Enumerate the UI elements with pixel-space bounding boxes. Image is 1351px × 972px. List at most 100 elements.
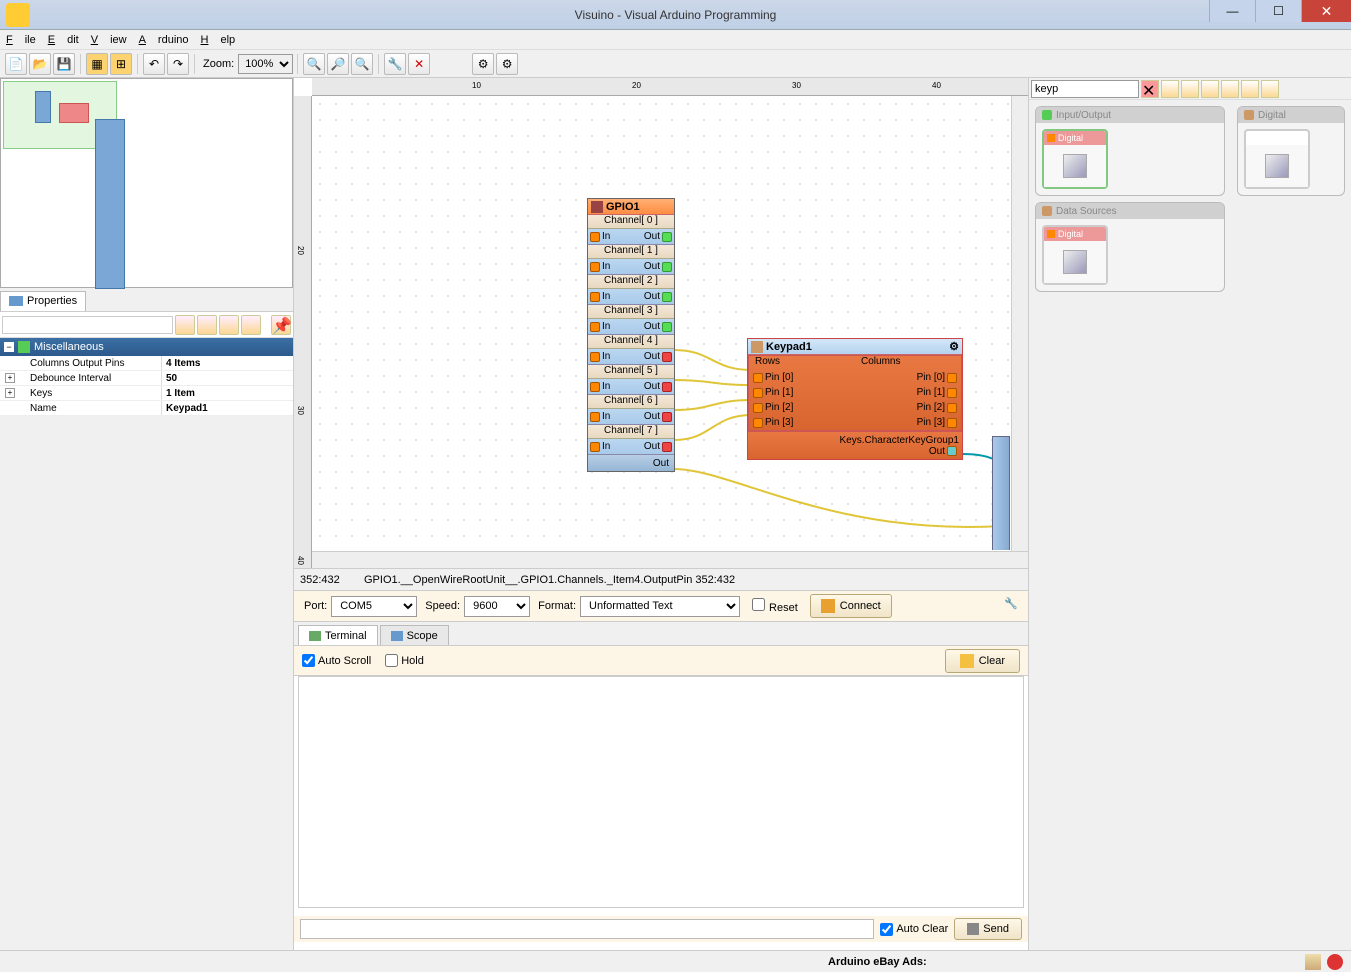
filter-button-6[interactable] <box>1261 80 1279 98</box>
prop-btn-4[interactable] <box>241 315 261 335</box>
component-digital-1[interactable]: Digital <box>1042 129 1108 189</box>
gpio-in-pin-1[interactable] <box>590 262 600 272</box>
prop-btn-pin[interactable]: 📌 <box>271 315 291 335</box>
zoom-select[interactable]: 100% <box>238 54 293 74</box>
menu-view[interactable]: View <box>91 34 127 46</box>
gpio-out-pin-6[interactable] <box>662 412 672 422</box>
undo-button[interactable]: ↶ <box>143 53 165 75</box>
prop-row-debounce[interactable]: +Debounce Interval50 <box>0 371 293 386</box>
arduino-button[interactable]: 🔧 <box>384 53 406 75</box>
filter-button-4[interactable] <box>1221 80 1239 98</box>
gpio-in-pin-3[interactable] <box>590 322 600 332</box>
keypad-col-pin-3[interactable]: Pin [3] <box>855 415 961 430</box>
terminal-output[interactable] <box>298 676 1024 908</box>
gpio-in-pin-7[interactable] <box>590 442 600 452</box>
prop-btn-2[interactable] <box>197 315 217 335</box>
filter-button-5[interactable] <box>1241 80 1259 98</box>
send-button[interactable]: Send <box>954 918 1022 940</box>
prop-row-keys[interactable]: +Keys1 Item <box>0 386 293 401</box>
snap-button[interactable]: ⊞ <box>110 53 132 75</box>
menu-help[interactable]: Help <box>201 34 236 46</box>
minimize-button[interactable]: — <box>1209 0 1255 22</box>
gpio-channel-6[interactable]: Channel[ 6 ] In Out <box>588 395 674 425</box>
format-select[interactable]: Unformatted Text <box>580 596 740 617</box>
clear-search-button[interactable]: ✕ <box>1141 80 1159 98</box>
gpio-channel-0[interactable]: Channel[ 0 ] In Out <box>588 215 674 245</box>
gpio-channel-2[interactable]: Channel[ 2 ] In Out <box>588 275 674 305</box>
hold-checkbox[interactable]: Hold <box>385 654 424 667</box>
tab-terminal[interactable]: Terminal <box>298 625 378 645</box>
keypad-row-pin-0[interactable]: Pin [0] <box>749 370 855 385</box>
gpio-in-pin-5[interactable] <box>590 382 600 392</box>
maximize-button[interactable]: ☐ <box>1255 0 1301 22</box>
gear-icon[interactable]: ⚙ <box>949 340 959 353</box>
keypad-col-pin-2[interactable]: Pin [2] <box>855 400 961 415</box>
node-gpio1[interactable]: GPIO1 Channel[ 0 ] In OutChannel[ 1 ] In… <box>587 198 675 472</box>
gpio-channel-1[interactable]: Channel[ 1 ] In Out <box>588 245 674 275</box>
properties-tab[interactable]: Properties <box>0 291 86 311</box>
gpio-out-pin-2[interactable] <box>662 292 672 302</box>
footer-settings-icon[interactable] <box>1305 954 1321 970</box>
properties-search-input[interactable] <box>2 316 173 334</box>
zoom-in-button[interactable]: 🔎 <box>327 53 349 75</box>
gpio-out-pin-3[interactable] <box>662 322 672 332</box>
keypad-out-pin[interactable] <box>947 446 957 456</box>
arduino-node-edge[interactable] <box>992 436 1010 550</box>
menu-edit[interactable]: Edit <box>48 34 79 46</box>
prop-row-name[interactable]: NameKeypad1 <box>0 401 293 416</box>
autoscroll-checkbox[interactable]: Auto Scroll <box>302 654 371 667</box>
grid-button[interactable]: ▦ <box>86 53 108 75</box>
zoom-out-button[interactable]: 🔍 <box>351 53 373 75</box>
filter-button-2[interactable] <box>1181 80 1199 98</box>
clear-button[interactable]: Clear <box>945 649 1020 673</box>
autoclear-checkbox[interactable]: Auto Clear <box>880 923 948 936</box>
gpio-in-pin-6[interactable] <box>590 412 600 422</box>
scrollbar-horizontal[interactable] <box>312 551 1028 568</box>
gpio-channel-5[interactable]: Channel[ 5 ] In Out <box>588 365 674 395</box>
gpio-in-pin-4[interactable] <box>590 352 600 362</box>
minimap[interactable] <box>0 78 293 288</box>
tool-1[interactable]: ⚙ <box>472 53 494 75</box>
reset-checkbox[interactable]: Reset <box>748 598 798 614</box>
footer-power-icon[interactable] <box>1327 954 1343 970</box>
keypad-row-pin-1[interactable]: Pin [1] <box>749 385 855 400</box>
prop-row-columns[interactable]: Columns Output Pins4 Items <box>0 356 293 371</box>
gpio-channel-4[interactable]: Channel[ 4 ] In Out <box>588 335 674 365</box>
save-button[interactable]: 💾 <box>53 53 75 75</box>
canvas[interactable]: GPIO1 Channel[ 0 ] In OutChannel[ 1 ] In… <box>312 96 1010 550</box>
keypad-row-pin-2[interactable]: Pin [2] <box>749 400 855 415</box>
component-digital-3[interactable]: Digital <box>1042 225 1108 285</box>
gpio-out-pin-1[interactable] <box>662 262 672 272</box>
gpio-channel-7[interactable]: Channel[ 7 ] In Out <box>588 425 674 455</box>
gpio-out-pin-4[interactable] <box>662 352 672 362</box>
properties-group[interactable]: −Miscellaneous <box>0 338 293 356</box>
gpio-in-pin-0[interactable] <box>590 232 600 242</box>
port-select[interactable]: COM5 <box>331 596 417 617</box>
gpio-out-pin-0[interactable] <box>662 232 672 242</box>
component-search-input[interactable] <box>1031 80 1139 98</box>
scrollbar-vertical[interactable] <box>1011 96 1028 551</box>
tool-2[interactable]: ⚙ <box>496 53 518 75</box>
gpio-out-pin-7[interactable] <box>662 442 672 452</box>
open-button[interactable]: 📂 <box>29 53 51 75</box>
node-keypad1[interactable]: Keypad1⚙ Rows Pin [0] Pin [1] Pin [2] Pi… <box>747 338 963 460</box>
menu-arduino[interactable]: Arduino <box>139 34 189 46</box>
delete-button[interactable]: ✕ <box>408 53 430 75</box>
terminal-input[interactable] <box>300 919 874 939</box>
keypad-col-pin-0[interactable]: Pin [0] <box>855 370 961 385</box>
prop-btn-1[interactable] <box>175 315 195 335</box>
filter-button-3[interactable] <box>1201 80 1219 98</box>
connect-button[interactable]: Connect <box>810 594 892 618</box>
zoom-fit-button[interactable]: 🔍 <box>303 53 325 75</box>
close-button[interactable]: ✕ <box>1301 0 1351 22</box>
speed-select[interactable]: 9600 <box>464 596 530 617</box>
redo-button[interactable]: ↷ <box>167 53 189 75</box>
new-button[interactable]: 📄 <box>5 53 27 75</box>
filter-button-1[interactable] <box>1161 80 1179 98</box>
keypad-col-pin-1[interactable]: Pin [1] <box>855 385 961 400</box>
port-settings-icon[interactable]: 🔧 <box>1004 597 1022 615</box>
keypad-row-pin-3[interactable]: Pin [3] <box>749 415 855 430</box>
gpio-out-pin-5[interactable] <box>662 382 672 392</box>
prop-btn-3[interactable] <box>219 315 239 335</box>
menu-file[interactable]: File <box>6 34 36 46</box>
